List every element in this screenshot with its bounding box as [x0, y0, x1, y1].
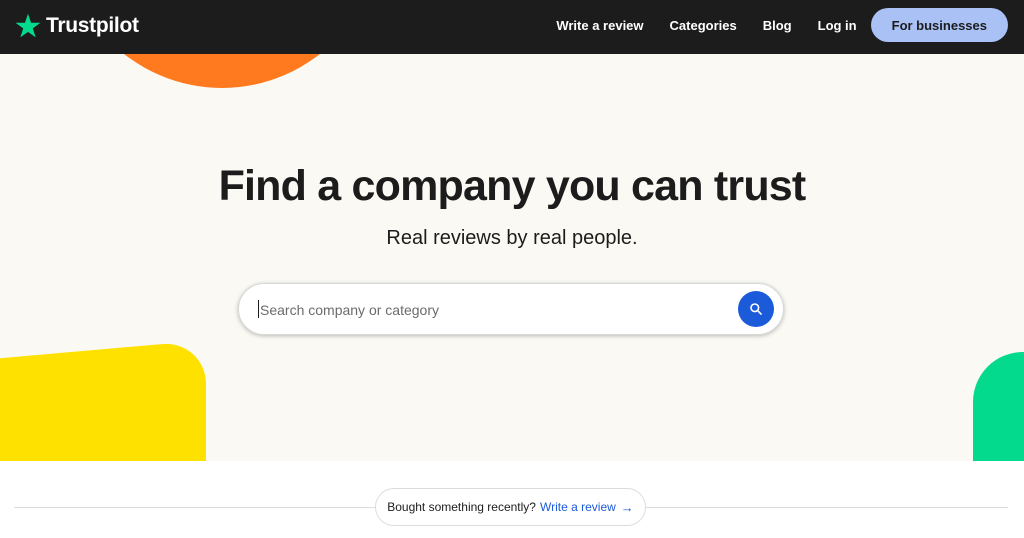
search-icon: [750, 303, 762, 315]
hero-section: Find a company you can trust Real review…: [0, 54, 1024, 461]
search-bar: [238, 283, 784, 335]
arrow-right-icon[interactable]: →: [621, 500, 634, 515]
page-title: Find a company you can trust: [218, 162, 807, 210]
review-prompt-section: Bought something recently? Write a revie…: [0, 461, 1024, 538]
decorative-orange-shape: [57, 54, 387, 88]
trustpilot-logo[interactable]: Trustpilot: [14, 10, 139, 42]
main-nav: Write a review Categories Blog Log in Fo…: [556, 8, 1008, 42]
decorative-green-shape: [973, 352, 1024, 461]
star-icon: [15, 13, 41, 38]
prompt-text: Bought something recently?: [387, 500, 536, 514]
review-prompt-pill: Bought something recently? Write a revie…: [375, 488, 646, 526]
nav-categories[interactable]: Categories: [670, 18, 737, 33]
decorative-yellow-shape: [0, 340, 206, 461]
nav-log-in[interactable]: Log in: [818, 18, 857, 33]
for-businesses-button[interactable]: For businesses: [870, 8, 1008, 42]
nav-blog[interactable]: Blog: [763, 18, 792, 33]
logo-text: Trustpilot: [46, 14, 139, 37]
top-navigation-bar: Trustpilot Write a review Categories Blo…: [0, 0, 1024, 54]
write-review-link[interactable]: Write a review: [540, 500, 616, 514]
page-subtitle: Real reviews by real people.: [386, 227, 638, 249]
search-button[interactable]: [738, 291, 774, 327]
search-input[interactable]: [258, 296, 722, 324]
nav-write-review[interactable]: Write a review: [556, 18, 643, 33]
